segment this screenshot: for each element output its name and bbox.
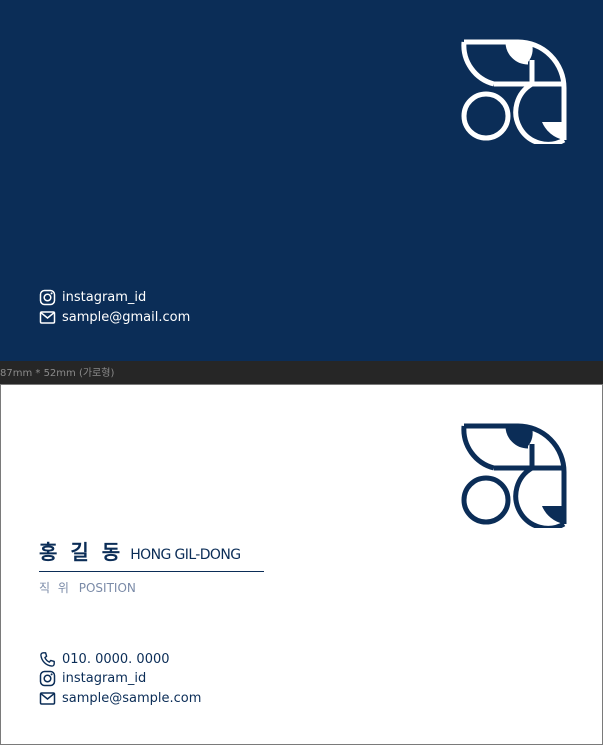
front-instagram-text: instagram_id — [62, 290, 147, 305]
logo-mark-icon — [461, 423, 567, 528]
name-underline — [39, 571, 264, 572]
name-korean: 홍 길 동 — [39, 540, 124, 564]
mail-icon — [39, 311, 56, 324]
back-email-text: sample@sample.com — [62, 691, 202, 706]
position-line: 직 위 POSITION — [39, 579, 136, 596]
name-english: HONG GIL-DONG — [130, 547, 241, 563]
back-instagram-row: instagram_id — [39, 670, 146, 687]
logo-mark-icon — [461, 39, 567, 144]
front-email-row: sample@gmail.com — [39, 309, 190, 326]
mail-icon — [39, 692, 56, 705]
front-instagram-row: instagram_id — [39, 289, 146, 306]
back-phone-row: 010. 0000. 0000 — [39, 651, 170, 668]
card-size-label: 87mm * 52mm (가로형) — [0, 368, 115, 379]
front-email-text: sample@gmail.com — [62, 310, 191, 325]
canvas-separator: 87mm * 52mm (가로형) — [0, 361, 603, 384]
position-english: POSITION — [78, 581, 136, 595]
instagram-icon — [39, 289, 56, 306]
name-block: 홍 길 동 HONG GIL-DONG — [39, 536, 241, 565]
back-phone-text: 010. 0000. 0000 — [62, 652, 170, 667]
instagram-icon — [39, 670, 56, 687]
position-korean: 직 위 — [39, 581, 71, 595]
back-instagram-text: instagram_id — [62, 671, 147, 686]
back-email-row: sample@sample.com — [39, 690, 201, 707]
phone-icon — [40, 652, 55, 667]
